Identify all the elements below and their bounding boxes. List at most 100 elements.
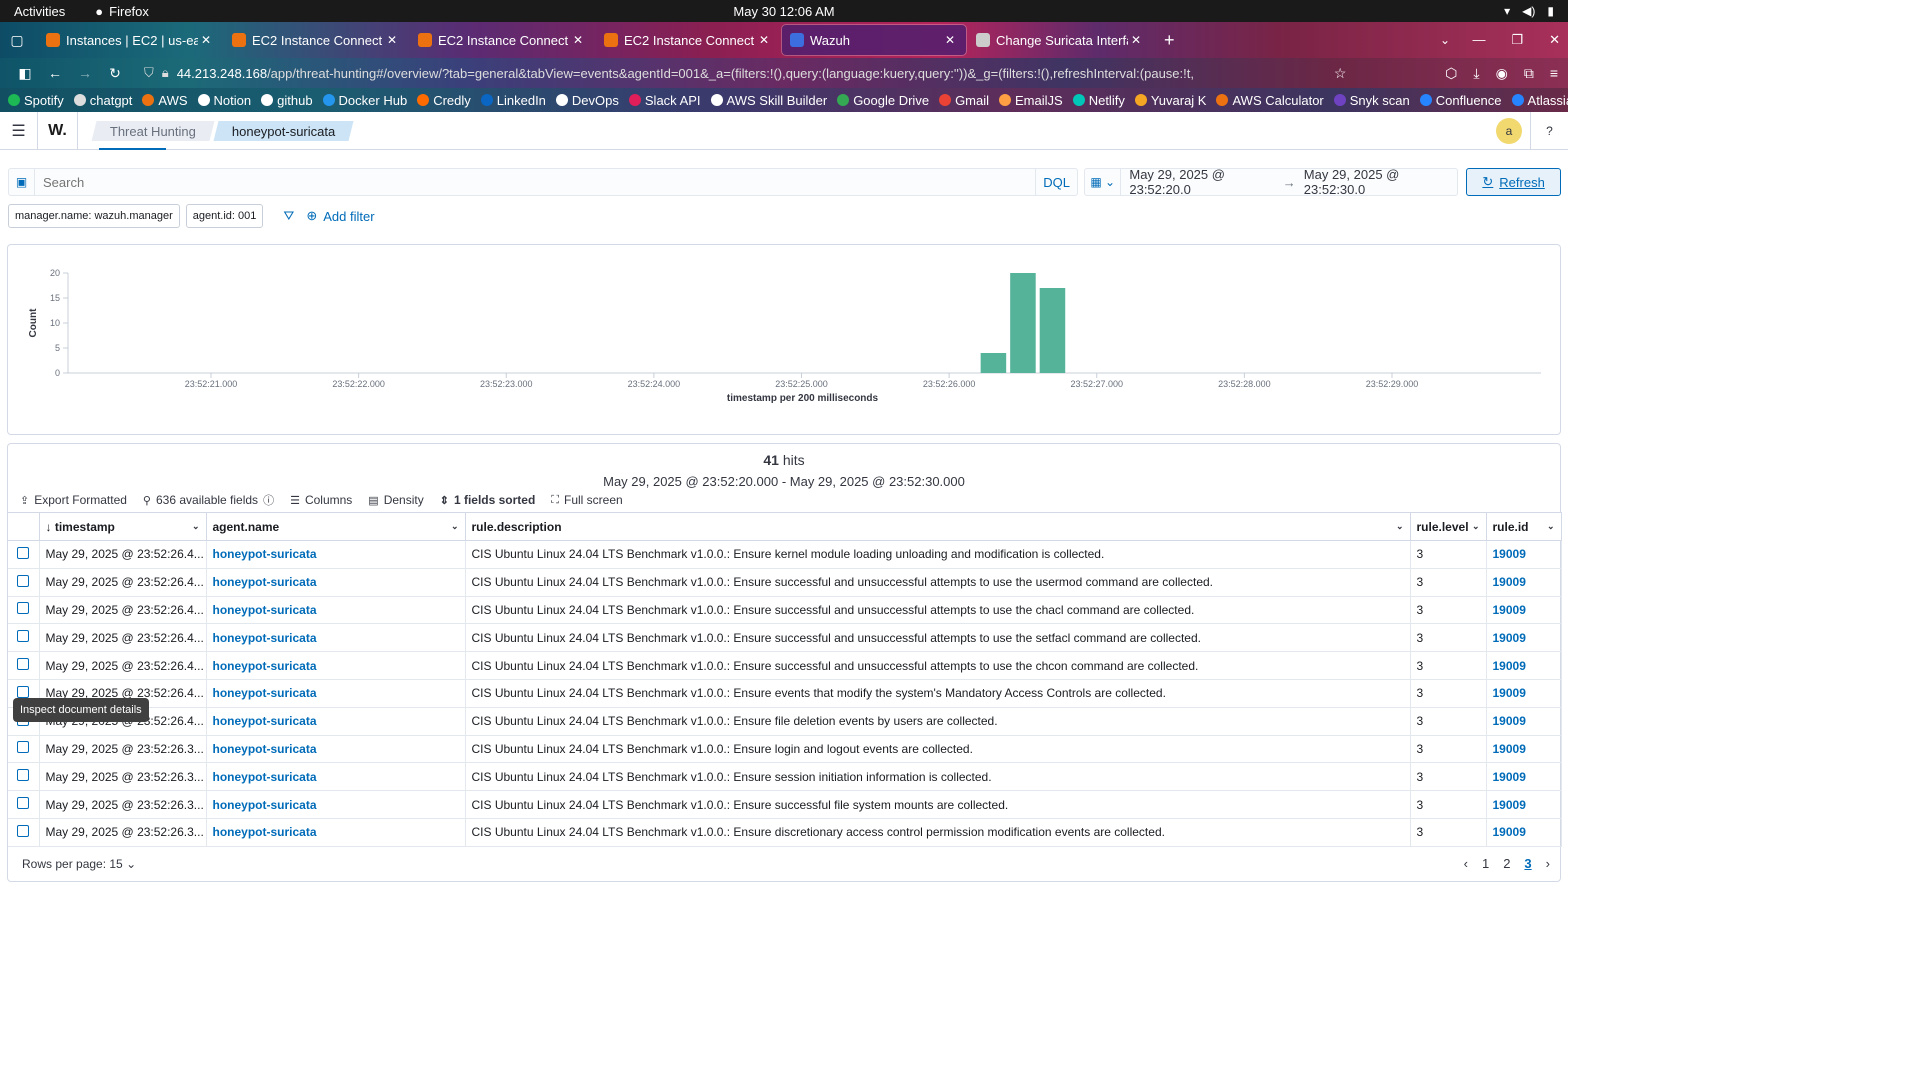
cell-agent-name[interactable]: honeypot-suricata <box>206 707 466 736</box>
inspect-document-button[interactable] <box>8 651 40 680</box>
wazuh-logo[interactable]: W. <box>38 112 78 149</box>
browser-tab[interactable]: EC2 Instance Connect | us✕ <box>596 25 780 55</box>
dql-toggle[interactable]: DQL <box>1035 169 1077 195</box>
date-end[interactable]: May 29, 2025 @ 23:52:30.0 <box>1296 167 1457 197</box>
hamburger-menu-icon[interactable]: ☰ <box>0 112 38 149</box>
clock[interactable]: May 30 12:06 AM <box>733 4 834 19</box>
bookmark-item[interactable]: AWS Skill Builder <box>710 93 827 108</box>
inspect-document-button[interactable] <box>8 762 40 792</box>
close-tab-icon[interactable]: ✕ <box>570 33 586 47</box>
cell-rule-id[interactable]: 19009 <box>1486 596 1562 625</box>
url-bar[interactable]: ⛉ 🔒︎ 44.213.248.168/app/threat-hunting#/… <box>144 60 1315 86</box>
avatar[interactable]: a <box>1496 117 1522 144</box>
bookmark-item[interactable]: Spotify <box>8 93 64 108</box>
sidebar-toggle-icon[interactable]: ◧ <box>10 65 40 82</box>
bookmark-item[interactable]: Credly <box>417 93 471 108</box>
app-menu[interactable]: ● Firefox <box>95 4 149 19</box>
cell-rule-id[interactable]: 19009 <box>1486 679 1562 708</box>
bookmark-item[interactable]: Atlassian Home <box>1511 93 1568 108</box>
inspect-document-button[interactable] <box>8 735 40 764</box>
system-tray[interactable]: ▾ ◀) ▮ <box>1504 4 1554 18</box>
available-fields-button[interactable]: ⚲ 636 available fields ⓘ <box>143 492 274 508</box>
cell-agent-name[interactable]: honeypot-suricata <box>206 623 466 653</box>
chevron-down-icon[interactable]: ⌄ <box>1396 521 1404 532</box>
search-input[interactable] <box>35 174 1036 190</box>
bookmark-item[interactable]: DevOps <box>555 93 619 108</box>
header-rule-level[interactable]: rule.level ⌄ <box>1410 512 1487 541</box>
close-tab-icon[interactable]: ✕ <box>384 33 400 47</box>
bookmark-item[interactable]: Slack API <box>628 93 701 108</box>
cell-agent-name[interactable]: honeypot-suricata <box>206 818 466 847</box>
bookmark-item[interactable]: Snyk scan <box>1333 93 1410 108</box>
inspect-document-button[interactable] <box>8 623 40 653</box>
menu-icon[interactable]: ≡ <box>1550 65 1558 82</box>
activities-button[interactable]: Activities <box>14 4 65 19</box>
close-tab-icon[interactable]: ✕ <box>756 33 772 47</box>
breadcrumb-threat-hunting[interactable]: Threat Hunting <box>91 120 215 141</box>
refresh-button[interactable]: ↻ Refresh <box>1466 168 1561 196</box>
next-page-icon[interactable]: › <box>1546 856 1550 871</box>
filter-pill-agent[interactable]: agent.id: 001 <box>185 204 264 228</box>
cell-agent-name[interactable]: honeypot-suricata <box>206 735 466 764</box>
cell-rule-id[interactable]: 19009 <box>1486 707 1562 736</box>
density-button[interactable]: ▤ Density <box>368 493 423 507</box>
chevron-down-icon[interactable]: ⌄ <box>1547 521 1555 532</box>
prev-page-icon[interactable]: ‹ <box>1464 856 1468 871</box>
close-tab-icon[interactable]: ✕ <box>942 33 958 47</box>
bookmark-item[interactable]: AWS <box>142 93 188 108</box>
inspect-document-button[interactable] <box>8 818 40 847</box>
header-agent-name[interactable]: agent.name ⌄ <box>206 512 466 541</box>
filter-pill-manager[interactable]: manager.name: wazuh.manager <box>8 204 180 228</box>
saved-queries-icon[interactable]: ▣ <box>9 169 35 195</box>
cell-rule-id[interactable]: 19009 <box>1486 790 1562 819</box>
cell-agent-name[interactable]: honeypot-suricata <box>206 540 466 569</box>
cell-rule-id[interactable]: 19009 <box>1486 818 1562 847</box>
bookmark-item[interactable]: EmailJS <box>999 93 1063 108</box>
chevron-down-icon[interactable]: ⌄ <box>192 521 200 532</box>
rows-per-page-select[interactable]: Rows per page: 15 ⌄ <box>22 857 136 871</box>
new-tab-button[interactable]: + <box>1164 30 1175 51</box>
close-tab-icon[interactable]: ✕ <box>1128 33 1144 47</box>
header-rule-description[interactable]: rule.description ⌄ <box>465 512 1411 541</box>
header-rule-id[interactable]: rule.id ⌄ <box>1486 512 1562 541</box>
maximize-icon[interactable]: ❐ <box>1511 32 1523 48</box>
cell-agent-name[interactable]: honeypot-suricata <box>206 762 466 792</box>
cell-rule-id[interactable]: 19009 <box>1486 540 1562 569</box>
breadcrumb-agent[interactable]: honeypot-suricata <box>213 120 354 141</box>
inspect-document-button[interactable] <box>8 790 40 819</box>
cell-agent-name[interactable]: honeypot-suricata <box>206 679 466 708</box>
cell-agent-name[interactable]: honeypot-suricata <box>206 651 466 680</box>
export-button[interactable]: ⇪ Export Formatted <box>20 493 127 507</box>
bookmark-item[interactable]: Netlify <box>1072 93 1125 108</box>
tab-overview-icon[interactable]: ▢ <box>6 32 28 49</box>
columns-button[interactable]: ☰ Columns <box>290 493 352 507</box>
chevron-down-icon[interactable]: ⌄ <box>451 521 459 532</box>
calendar-icon[interactable]: ▦ ⌄ <box>1085 169 1122 195</box>
inspect-document-button[interactable] <box>8 568 40 597</box>
cell-agent-name[interactable]: honeypot-suricata <box>206 790 466 819</box>
bookmark-item[interactable]: chatgpt <box>73 93 132 108</box>
bookmark-item[interactable]: Notion <box>197 93 251 108</box>
back-icon[interactable]: ← <box>40 65 70 81</box>
browser-tab[interactable]: Wazuh ✕ <box>781 24 967 56</box>
bookmark-item[interactable]: Google Drive <box>837 93 929 108</box>
minimize-icon[interactable]: — <box>1472 32 1485 48</box>
inspect-document-button[interactable] <box>8 540 40 569</box>
browser-tab[interactable]: Instances | EC2 | us-east-1✕ <box>38 25 222 55</box>
cell-rule-id[interactable]: 19009 <box>1486 568 1562 597</box>
cell-agent-name[interactable]: honeypot-suricata <box>206 568 466 597</box>
cell-rule-id[interactable]: 19009 <box>1486 651 1562 680</box>
bookmark-item[interactable]: github <box>261 93 313 108</box>
bookmark-star-icon[interactable]: ☆ <box>1325 65 1355 82</box>
browser-tab[interactable]: EC2 Instance Connect | us✕ <box>224 25 408 55</box>
cell-rule-id[interactable]: 19009 <box>1486 623 1562 653</box>
inspect-document-button[interactable] <box>8 596 40 625</box>
bookmark-item[interactable]: Docker Hub <box>322 93 407 108</box>
cell-rule-id[interactable]: 19009 <box>1486 735 1562 764</box>
add-filter-button[interactable]: ⊕ Add filter <box>306 208 374 224</box>
cell-rule-id[interactable]: 19009 <box>1486 762 1562 792</box>
bookmark-item[interactable]: Confluence <box>1419 93 1502 108</box>
list-all-tabs-icon[interactable]: ⌄ <box>1440 33 1450 47</box>
downloads-icon[interactable]: ⤓ <box>1473 65 1479 82</box>
bookmark-item[interactable]: Yuvaraj K <box>1134 93 1206 108</box>
